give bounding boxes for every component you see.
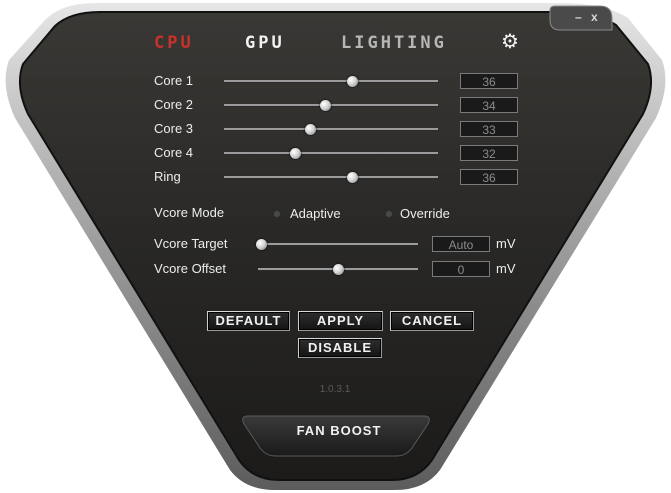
disable-button[interactable]: DISABLE <box>298 338 382 358</box>
vcore-offset-label: Vcore Offset <box>154 261 227 276</box>
override-option-label[interactable]: Override <box>400 206 450 222</box>
core-4-value[interactable]: 32 <box>460 145 518 161</box>
core-1-track[interactable] <box>224 80 438 83</box>
core-2-track[interactable] <box>224 104 438 107</box>
core-3-slider-thumb[interactable] <box>304 124 316 135</box>
cancel-button[interactable]: CANCEL <box>390 311 474 331</box>
ring-value[interactable]: 36 <box>460 169 518 185</box>
core-1-label: Core 1 <box>154 73 194 88</box>
gear-icon[interactable]: ⚙ <box>500 32 520 52</box>
core-2-slider-thumb[interactable] <box>319 100 331 111</box>
version-label: 1.0.3.1 <box>319 384 351 395</box>
vcore-target-value[interactable]: Auto <box>432 236 490 252</box>
fan-boost-button[interactable]: FAN BOOST <box>276 420 402 442</box>
core-4-track[interactable] <box>224 152 438 155</box>
app-window: – x CPU GPU LIGHTING ⚙ Core 1 36 Core 2 … <box>0 0 671 493</box>
vcore-mode-label: Vcore Mode <box>154 205 225 220</box>
vcore-offset-unit: mV <box>496 261 516 276</box>
core-3-label: Core 3 <box>154 121 194 136</box>
core-1-value[interactable]: 36 <box>460 73 518 89</box>
vcore-target-label: Vcore Target <box>154 236 228 251</box>
tab-lighting[interactable]: LIGHTING <box>341 33 447 53</box>
vcore-offset-slider-thumb[interactable] <box>333 264 344 275</box>
core-3-value[interactable]: 33 <box>460 121 518 137</box>
ring-track[interactable] <box>224 176 438 179</box>
default-button[interactable]: DEFAULT <box>207 311 290 331</box>
adaptive-radio[interactable] <box>273 210 281 218</box>
adaptive-option-label[interactable]: Adaptive <box>290 206 341 222</box>
override-radio[interactable] <box>385 210 393 218</box>
close-button[interactable]: x <box>591 10 598 24</box>
core-2-label: Core 2 <box>154 97 194 112</box>
minimize-button[interactable]: – <box>575 10 582 24</box>
core-4-label: Core 4 <box>154 145 194 160</box>
ring-label: Ring <box>154 169 181 184</box>
vcore-offset-value[interactable]: 0 <box>432 261 490 277</box>
apply-button[interactable]: APPLY <box>298 311 383 331</box>
core-4-slider-thumb[interactable] <box>289 148 301 159</box>
core-3-track[interactable] <box>224 128 438 131</box>
tab-gpu[interactable]: GPU <box>245 33 285 53</box>
tab-cpu[interactable]: CPU <box>154 33 194 53</box>
core-2-value[interactable]: 34 <box>460 97 518 113</box>
vcore-target-unit: mV <box>496 236 516 251</box>
vcore-target-track[interactable] <box>258 243 418 246</box>
